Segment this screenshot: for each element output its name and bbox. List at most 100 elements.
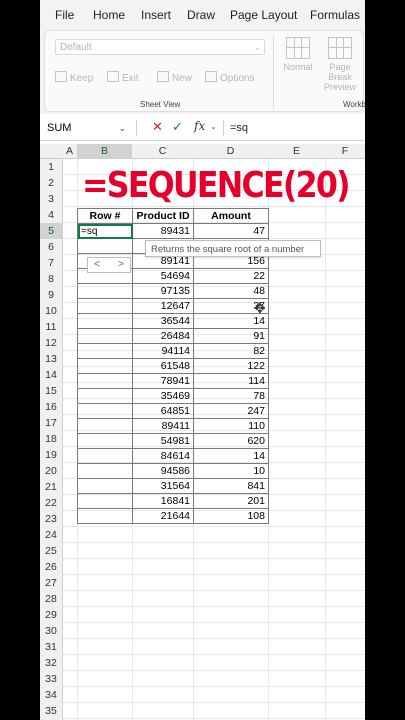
row-header[interactable]: 5: [40, 223, 62, 239]
row-header[interactable]: 28: [40, 591, 62, 607]
amount-cell[interactable]: 91: [193, 328, 269, 344]
options-button[interactable]: Options: [205, 71, 254, 84]
product-id-cell[interactable]: 21644: [132, 508, 194, 524]
prev-arrow-icon[interactable]: <: [94, 258, 100, 272]
row-header[interactable]: 35: [40, 703, 62, 719]
keep-button[interactable]: Keep: [55, 71, 93, 84]
row-header[interactable]: 6: [40, 239, 62, 255]
column-header-c[interactable]: C: [132, 144, 193, 159]
row-header[interactable]: 27: [40, 575, 62, 591]
row-num-cell[interactable]: [77, 313, 133, 329]
row-num-cell[interactable]: [77, 403, 133, 419]
row-header[interactable]: 15: [40, 383, 62, 399]
row-header[interactable]: 30: [40, 623, 62, 639]
next-arrow-icon[interactable]: >: [118, 258, 124, 272]
amount-cell[interactable]: 247: [193, 403, 269, 419]
menu-home[interactable]: Home: [93, 8, 125, 22]
row-header[interactable]: 22: [40, 495, 62, 511]
row-header[interactable]: 7: [40, 255, 62, 271]
product-id-cell[interactable]: 61548: [132, 358, 194, 374]
name-box[interactable]: SUM ⌄: [44, 119, 128, 137]
column-header-d[interactable]: D: [193, 144, 268, 159]
row-num-cell[interactable]: [77, 238, 133, 254]
product-id-cell[interactable]: 84614: [132, 448, 194, 464]
row-header[interactable]: 2: [40, 175, 62, 191]
row-header[interactable]: 12: [40, 335, 62, 351]
column-header-b[interactable]: B: [77, 144, 132, 159]
product-id-cell[interactable]: 31564: [132, 478, 194, 494]
amount-cell[interactable]: 78: [193, 388, 269, 404]
active-cell[interactable]: =sq: [77, 223, 133, 239]
amount-cell[interactable]: 114: [193, 373, 269, 389]
row-header[interactable]: 31: [40, 639, 62, 655]
product-id-cell[interactable]: 94586: [132, 463, 194, 479]
row-num-cell[interactable]: [77, 448, 133, 464]
amount-cell[interactable]: 14: [193, 448, 269, 464]
amount-cell[interactable]: 620: [193, 433, 269, 449]
row-header[interactable]: 29: [40, 607, 62, 623]
row-header[interactable]: 4: [40, 207, 62, 223]
row-num-cell[interactable]: [77, 388, 133, 404]
sheet-view-dropdown[interactable]: Default ⌄: [55, 39, 265, 55]
product-id-cell[interactable]: 54694: [132, 268, 194, 284]
row-header[interactable]: 8: [40, 271, 62, 287]
row-num-cell[interactable]: [77, 463, 133, 479]
select-all-corner[interactable]: [40, 144, 62, 159]
amount-cell[interactable]: 841: [193, 478, 269, 494]
row-num-cell[interactable]: [77, 418, 133, 434]
row-header[interactable]: 3: [40, 191, 62, 207]
header-row-num[interactable]: Row #: [77, 208, 133, 224]
menu-insert[interactable]: Insert: [141, 8, 171, 22]
row-header[interactable]: 20: [40, 463, 62, 479]
row-header[interactable]: 33: [40, 671, 62, 687]
amount-cell[interactable]: 10: [193, 463, 269, 479]
product-id-cell[interactable]: 78941: [132, 373, 194, 389]
row-header[interactable]: 1: [40, 159, 62, 175]
amount-cell[interactable]: 108: [193, 508, 269, 524]
row-header[interactable]: 17: [40, 415, 62, 431]
row-header[interactable]: 14: [40, 367, 62, 383]
menu-draw[interactable]: Draw: [187, 8, 215, 22]
product-id-cell[interactable]: 97135: [132, 283, 194, 299]
insert-function-button[interactable]: fx: [194, 119, 205, 133]
row-header[interactable]: 24: [40, 527, 62, 543]
row-header[interactable]: 13: [40, 351, 62, 367]
exit-button[interactable]: Exit: [107, 71, 139, 84]
amount-cell[interactable]: 201: [193, 493, 269, 509]
product-id-cell[interactable]: 16841: [132, 493, 194, 509]
row-num-cell[interactable]: [77, 433, 133, 449]
row-num-cell[interactable]: [77, 478, 133, 494]
function-tooltip[interactable]: Returns the square root of a number: [145, 240, 321, 257]
row-header[interactable]: 10: [40, 303, 62, 319]
product-id-cell[interactable]: 89411: [132, 418, 194, 434]
menu-file[interactable]: File: [55, 8, 74, 22]
product-id-cell[interactable]: 54981: [132, 433, 194, 449]
amount-cell[interactable]: 47: [193, 223, 269, 239]
row-header[interactable]: 18: [40, 431, 62, 447]
column-header-e[interactable]: E: [268, 144, 325, 159]
row-header[interactable]: 9: [40, 287, 62, 303]
column-header-a[interactable]: A: [62, 144, 77, 159]
row-header[interactable]: 26: [40, 559, 62, 575]
chevron-down-icon[interactable]: ⌄: [210, 122, 217, 131]
row-num-cell[interactable]: [77, 508, 133, 524]
header-product-id[interactable]: Product ID: [132, 208, 194, 224]
menu-page-layout[interactable]: Page Layout: [230, 8, 297, 22]
row-header[interactable]: 16: [40, 399, 62, 415]
amount-cell[interactable]: 110: [193, 418, 269, 434]
amount-cell[interactable]: 122: [193, 358, 269, 374]
header-amount[interactable]: Amount: [193, 208, 269, 224]
page-break-preview-button[interactable]: Page Break Preview: [319, 37, 361, 92]
row-header[interactable]: 19: [40, 447, 62, 463]
row-header[interactable]: 32: [40, 655, 62, 671]
column-header-f[interactable]: F: [325, 144, 365, 159]
product-id-cell[interactable]: 94114: [132, 343, 194, 359]
product-id-cell[interactable]: 12647: [132, 298, 194, 314]
amount-cell[interactable]: 48: [193, 283, 269, 299]
enter-check-icon[interactable]: ✓: [172, 119, 183, 135]
row-num-cell[interactable]: [77, 493, 133, 509]
row-header[interactable]: 21: [40, 479, 62, 495]
row-num-cell[interactable]: [77, 358, 133, 374]
new-button[interactable]: New: [157, 71, 192, 84]
row-num-cell[interactable]: [77, 298, 133, 314]
